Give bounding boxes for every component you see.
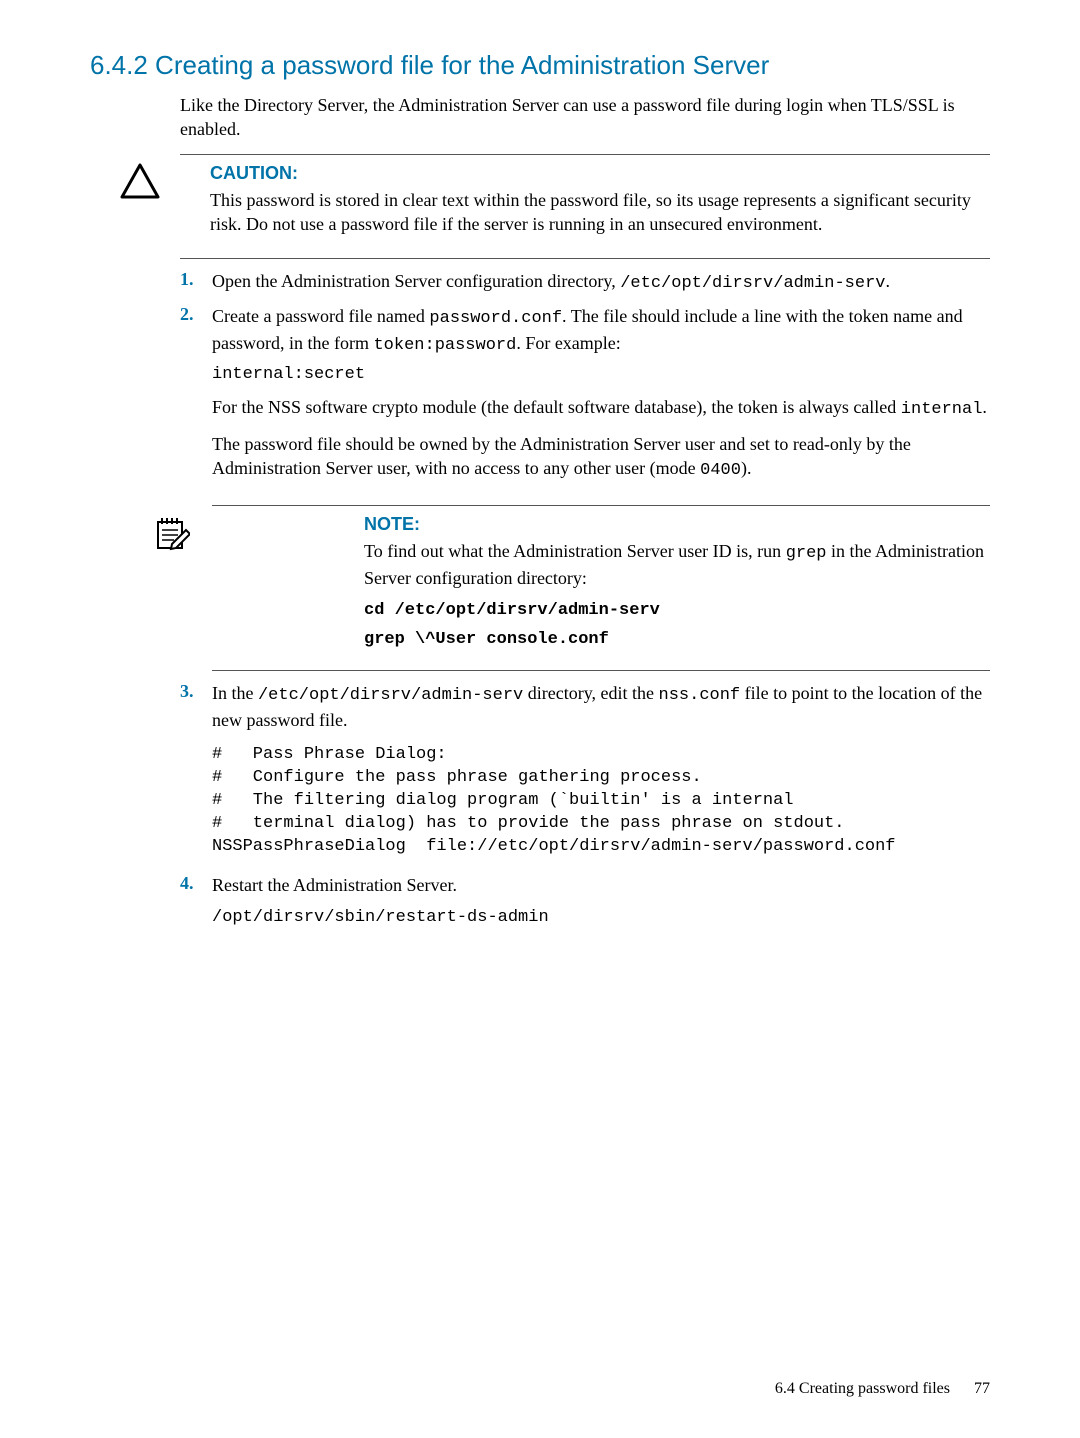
- step-paragraph: The password file should be owned by the…: [212, 432, 990, 483]
- text: Create a password file named: [212, 306, 429, 326]
- section-heading: 6.4.2 Creating a password file for the A…: [90, 50, 990, 81]
- note-label: NOTE:: [364, 514, 990, 535]
- step-body: Open the Administration Server configura…: [212, 269, 990, 296]
- divider: [180, 258, 990, 259]
- text: . For example:: [516, 333, 620, 353]
- intro-paragraph: Like the Directory Server, the Administr…: [180, 93, 990, 142]
- text: For the NSS software crypto module (the …: [212, 397, 901, 417]
- inline-code: grep: [786, 544, 827, 563]
- inline-code: password.conf: [429, 309, 562, 328]
- text: .: [885, 271, 890, 291]
- divider: [180, 154, 990, 155]
- text: directory, edit the: [523, 683, 658, 703]
- code-block: # Pass Phrase Dialog: # Configure the pa…: [212, 744, 990, 859]
- page-footer: 6.4 Creating password files 77: [775, 1380, 990, 1398]
- step-body: In the /etc/opt/dirsrv/admin-serv direct…: [212, 681, 990, 865]
- caution-label: CAUTION:: [210, 163, 990, 184]
- divider: [212, 505, 990, 506]
- inline-code: token:password: [373, 336, 516, 355]
- step-number: 4.: [180, 873, 212, 936]
- text: .: [982, 397, 987, 417]
- step-body: Restart the Administration Server. /opt/…: [212, 873, 990, 936]
- step-number: 1.: [180, 269, 212, 296]
- step-number: 2.: [180, 304, 212, 493]
- text: Restart the Administration Server.: [212, 875, 457, 895]
- note-icon: [90, 514, 332, 658]
- code-block: internal:secret: [212, 364, 990, 387]
- note-text: To find out what the Administration Serv…: [364, 539, 990, 590]
- caution-icon: [90, 163, 210, 199]
- code-block: /opt/dirsrv/sbin/restart-ds-admin: [212, 907, 990, 930]
- step-number: 3.: [180, 681, 212, 865]
- text: Open the Administration Server configura…: [212, 271, 620, 291]
- divider: [212, 670, 990, 671]
- text: ).: [741, 458, 752, 478]
- text: In the: [212, 683, 258, 703]
- footer-section: 6.4 Creating password files: [775, 1380, 950, 1397]
- page-number: 77: [974, 1380, 990, 1397]
- code-block: grep \^User console.conf: [364, 629, 990, 652]
- inline-code: /etc/opt/dirsrv/admin-serv: [620, 274, 885, 293]
- caution-text: This password is stored in clear text wi…: [210, 188, 990, 237]
- inline-code: 0400: [700, 461, 741, 480]
- inline-code: internal: [901, 400, 983, 419]
- step-body: Create a password file named password.co…: [212, 304, 990, 493]
- inline-code: nss.conf: [659, 686, 741, 705]
- code-block: cd /etc/opt/dirsrv/admin-serv: [364, 600, 990, 623]
- text: To find out what the Administration Serv…: [364, 541, 786, 561]
- text: The password file should be owned by the…: [212, 434, 911, 478]
- step-paragraph: For the NSS software crypto module (the …: [212, 395, 990, 422]
- inline-code: /etc/opt/dirsrv/admin-serv: [258, 686, 523, 705]
